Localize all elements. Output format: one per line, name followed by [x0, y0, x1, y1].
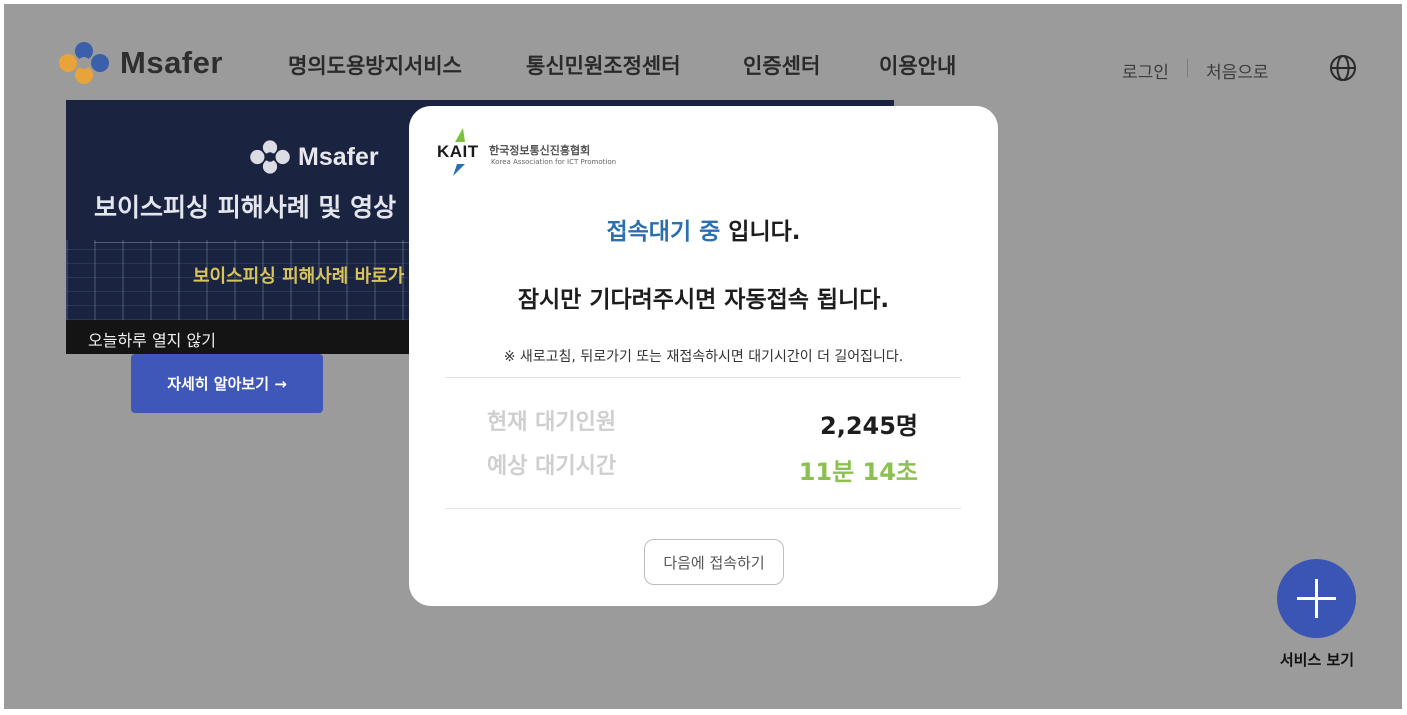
modal-divider-top — [445, 377, 961, 378]
plus-icon-vertical — [1315, 579, 1318, 618]
nav-identity-protection[interactable]: 명의도용방지서비스 — [288, 50, 462, 80]
service-view-button[interactable] — [1277, 559, 1356, 638]
close-today-label[interactable]: 오늘하루 열지 않기 — [88, 327, 216, 351]
queue-count-value: 2,245명 — [820, 412, 918, 440]
nav-usage-guide[interactable]: 이용안내 — [879, 50, 956, 80]
modal-title-highlight: 접속대기 중 — [606, 219, 721, 245]
banner-logo: Msafer — [246, 138, 379, 176]
banner-title: 보이스피싱 피해사례 및 영상 — [94, 193, 397, 222]
modal-note: ※ 새로고침, 뒤로가기 또는 재접속하시면 대기시간이 더 길어집니다. — [503, 349, 904, 365]
service-view-label: 서비스 보기 — [1279, 651, 1355, 669]
globe-icon[interactable] — [1329, 54, 1357, 82]
kait-logo: KAIT 한국정보통신진흥협회 Korea Association for IC… — [437, 128, 627, 176]
header-divider — [1187, 59, 1188, 77]
banner-subtitle[interactable]: 보이스피싱 피해사례 바로가 — [193, 262, 404, 288]
kait-abbr: KAIT — [437, 142, 479, 161]
nav-complaint-center[interactable]: 통신민원조정센터 — [526, 50, 681, 80]
wait-time-value: 11분 14초 — [798, 458, 918, 486]
queue-count-label: 현재 대기인원 — [487, 410, 617, 435]
modal-title-rest: 입니다. — [720, 219, 801, 245]
waiting-queue-modal: KAIT 한국정보통신진흥협회 Korea Association for IC… — [409, 106, 998, 606]
learn-more-button[interactable]: 자세히 알아보기 → — [131, 354, 323, 413]
banner-logo-icon — [250, 140, 290, 174]
home-link[interactable]: 처음으로 — [1206, 58, 1269, 83]
login-link[interactable]: 로그인 — [1122, 58, 1169, 83]
banner-logo-text: Msafer — [298, 142, 379, 171]
modal-divider-bottom — [445, 508, 961, 509]
wait-time-label: 예상 대기시간 — [487, 454, 617, 479]
logo-text: Msafer — [120, 45, 223, 80]
modal-title: 접속대기 중 입니다. — [409, 212, 998, 246]
kait-name-en: Korea Association for ICT Promotion — [491, 158, 617, 166]
msafer-logo-icon — [59, 42, 109, 84]
kait-name-kr: 한국정보통신진흥협회 — [489, 144, 591, 157]
msafer-logo[interactable]: Msafer — [54, 38, 223, 88]
connect-later-button[interactable]: 다음에 접속하기 — [644, 539, 784, 585]
modal-subtitle: 잠시만 기다려주시면 자동접속 됩니다. — [517, 287, 890, 313]
nav-certification-center[interactable]: 인증센터 — [743, 50, 820, 80]
